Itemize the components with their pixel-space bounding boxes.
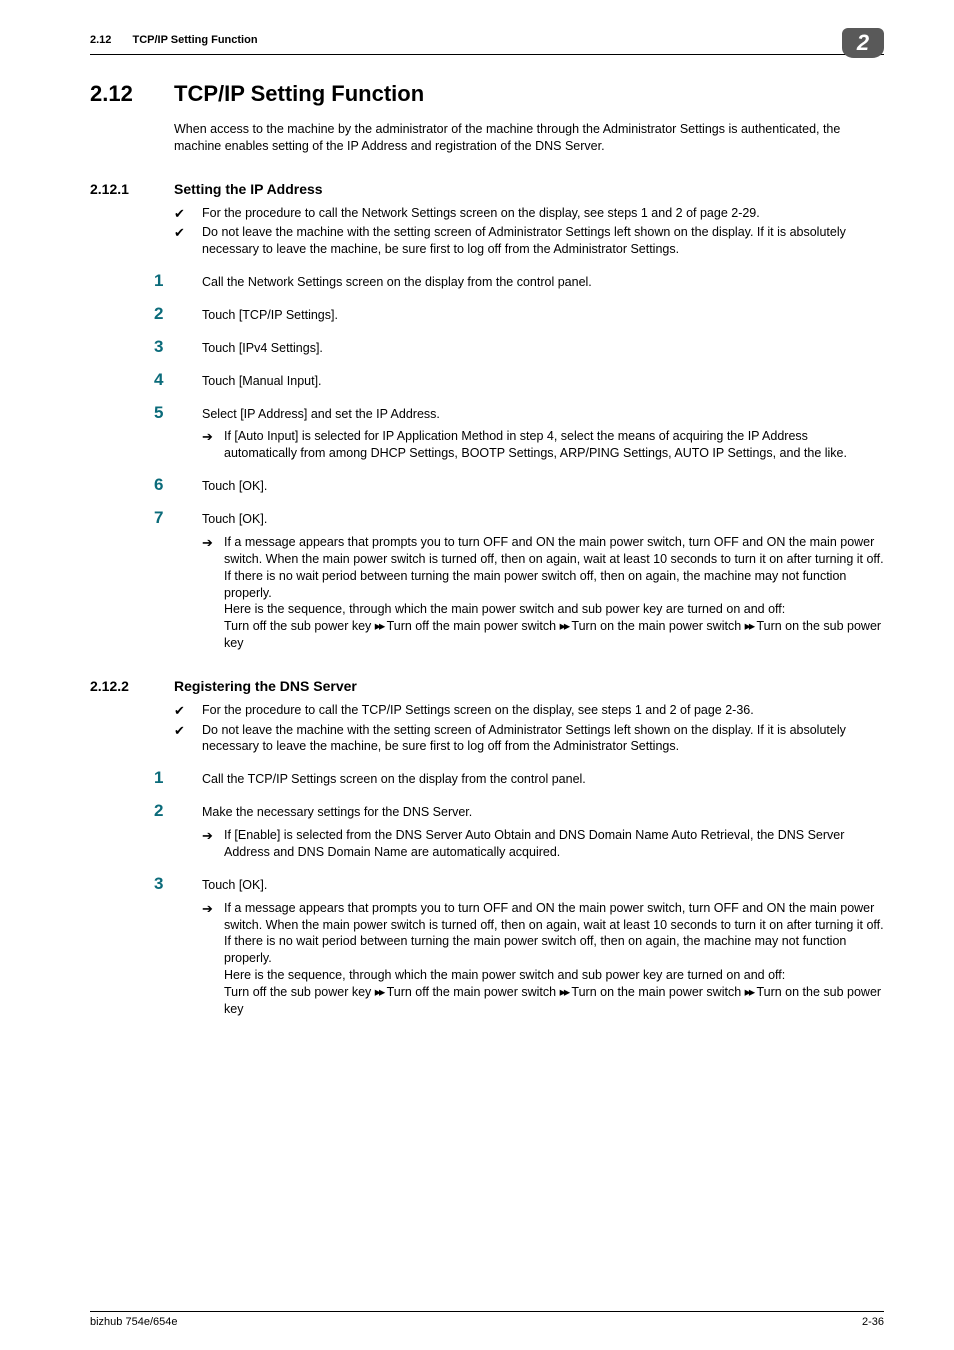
step: 7 Touch [OK]. ➔ If a message appears tha…: [154, 509, 884, 652]
step: 1 Call the TCP/IP Settings screen on the…: [154, 769, 884, 788]
subsection-heading: 2.12.1 Setting the IP Address: [90, 181, 884, 197]
header-section-title: TCP/IP Setting Function: [132, 34, 257, 46]
subsection-title: Setting the IP Address: [174, 181, 323, 197]
sub-text-line: Here is the sequence, through which the …: [224, 968, 785, 982]
sub-text-line: Turn on the main power switch: [568, 619, 744, 633]
step: 5 Select [IP Address] and set the IP Add…: [154, 404, 884, 463]
double-arrow-icon: ▸▸: [560, 619, 569, 633]
list-item: ✔ For the procedure to call the Network …: [174, 205, 884, 223]
step-number: 3: [154, 875, 202, 1018]
step-number: 1: [154, 272, 202, 291]
step-text: Touch [TCP/IP Settings].: [202, 305, 884, 324]
arrow-icon: ➔: [202, 534, 224, 652]
list-item: ✔ For the procedure to call the TCP/IP S…: [174, 702, 884, 720]
step-number: 4: [154, 371, 202, 390]
list-item: ✔ Do not leave the machine with the sett…: [174, 224, 884, 258]
footer-page-number: 2-36: [862, 1316, 884, 1328]
sub-text-line: Turn off the main power switch: [383, 985, 559, 999]
sub-item: ➔ If a message appears that prompts you …: [202, 900, 884, 1018]
chapter-number: 2: [857, 30, 869, 56]
subsection-number: 2.12.1: [90, 181, 174, 197]
step-number: 2: [154, 802, 202, 861]
step-text: Touch [OK].: [202, 511, 884, 528]
step-text: Touch [Manual Input].: [202, 371, 884, 390]
subsection-heading: 2.12.2 Registering the DNS Server: [90, 678, 884, 694]
bullet-list: ✔ For the procedure to call the Network …: [174, 205, 884, 258]
step-number: 2: [154, 305, 202, 324]
step-text: Touch [OK].: [202, 476, 884, 495]
sub-text: If [Auto Input] is selected for IP Appli…: [224, 428, 884, 462]
step-number: 6: [154, 476, 202, 495]
header-section-number: 2.12: [90, 34, 111, 46]
list-item-text: Do not leave the machine with the settin…: [202, 224, 884, 258]
running-header: 2.12 TCP/IP Setting Function 2: [90, 28, 884, 55]
sub-text: If a message appears that prompts you to…: [224, 534, 884, 652]
arrow-icon: ➔: [202, 900, 224, 1018]
sub-item: ➔ If [Auto Input] is selected for IP App…: [202, 428, 884, 462]
check-icon: ✔: [174, 224, 202, 258]
step-body: Select [IP Address] and set the IP Addre…: [202, 404, 884, 463]
running-header-left: 2.12 TCP/IP Setting Function: [90, 34, 258, 46]
step-number: 7: [154, 509, 202, 652]
footer-model: bizhub 754e/654e: [90, 1316, 177, 1328]
section-intro: When access to the machine by the admini…: [174, 121, 884, 155]
step: 6 Touch [OK].: [154, 476, 884, 495]
arrow-icon: ➔: [202, 827, 224, 861]
step-text: Touch [IPv4 Settings].: [202, 338, 884, 357]
step: 1 Call the Network Settings screen on th…: [154, 272, 884, 291]
step-text: Select [IP Address] and set the IP Addre…: [202, 406, 884, 423]
step-text: Call the Network Settings screen on the …: [202, 272, 884, 291]
step-text: Make the necessary settings for the DNS …: [202, 804, 884, 821]
section-heading: 2.12 TCP/IP Setting Function: [90, 81, 884, 107]
sub-item: ➔ If [Enable] is selected from the DNS S…: [202, 827, 884, 861]
subsection-title: Registering the DNS Server: [174, 678, 357, 694]
double-arrow-icon: ▸▸: [560, 985, 569, 999]
page: 2.12 TCP/IP Setting Function 2 2.12 TCP/…: [0, 0, 954, 1350]
step-number: 5: [154, 404, 202, 463]
sub-text-line: Turn on the main power switch: [568, 985, 744, 999]
step: 2 Make the necessary settings for the DN…: [154, 802, 884, 861]
step-text: Touch [OK].: [202, 877, 884, 894]
step-text: Call the TCP/IP Settings screen on the d…: [202, 769, 884, 788]
sub-text-line: If a message appears that prompts you to…: [224, 901, 884, 966]
check-icon: ✔: [174, 722, 202, 756]
sub-text-line: Turn off the sub power key: [224, 985, 375, 999]
step-body: Touch [OK]. ➔ If a message appears that …: [202, 875, 884, 1018]
step: 2 Touch [TCP/IP Settings].: [154, 305, 884, 324]
section-title: TCP/IP Setting Function: [174, 81, 424, 107]
chapter-badge: 2: [842, 28, 884, 58]
step-body: Touch [OK]. ➔ If a message appears that …: [202, 509, 884, 652]
step-number: 1: [154, 769, 202, 788]
double-arrow-icon: ▸▸: [745, 985, 754, 999]
list-item-text: For the procedure to call the Network Se…: [202, 205, 884, 223]
check-icon: ✔: [174, 205, 202, 223]
check-icon: ✔: [174, 702, 202, 720]
arrow-icon: ➔: [202, 428, 224, 462]
sub-text-line: If a message appears that prompts you to…: [224, 535, 884, 600]
step-body: Make the necessary settings for the DNS …: [202, 802, 884, 861]
sub-text-line: Turn off the main power switch: [383, 619, 559, 633]
subsection-number: 2.12.2: [90, 678, 174, 694]
sub-text-line: Turn off the sub power key: [224, 619, 375, 633]
step: 4 Touch [Manual Input].: [154, 371, 884, 390]
step: 3 Touch [OK]. ➔ If a message appears tha…: [154, 875, 884, 1018]
section-number: 2.12: [90, 81, 174, 107]
list-item-text: For the procedure to call the TCP/IP Set…: [202, 702, 884, 720]
sub-text: If a message appears that prompts you to…: [224, 900, 884, 1018]
list-item-text: Do not leave the machine with the settin…: [202, 722, 884, 756]
page-footer: bizhub 754e/654e 2-36: [90, 1311, 884, 1328]
sub-text-line: Here is the sequence, through which the …: [224, 602, 785, 616]
sub-item: ➔ If a message appears that prompts you …: [202, 534, 884, 652]
step: 3 Touch [IPv4 Settings].: [154, 338, 884, 357]
sub-text: If [Enable] is selected from the DNS Ser…: [224, 827, 884, 861]
double-arrow-icon: ▸▸: [745, 619, 754, 633]
bullet-list: ✔ For the procedure to call the TCP/IP S…: [174, 702, 884, 755]
step-number: 3: [154, 338, 202, 357]
list-item: ✔ Do not leave the machine with the sett…: [174, 722, 884, 756]
